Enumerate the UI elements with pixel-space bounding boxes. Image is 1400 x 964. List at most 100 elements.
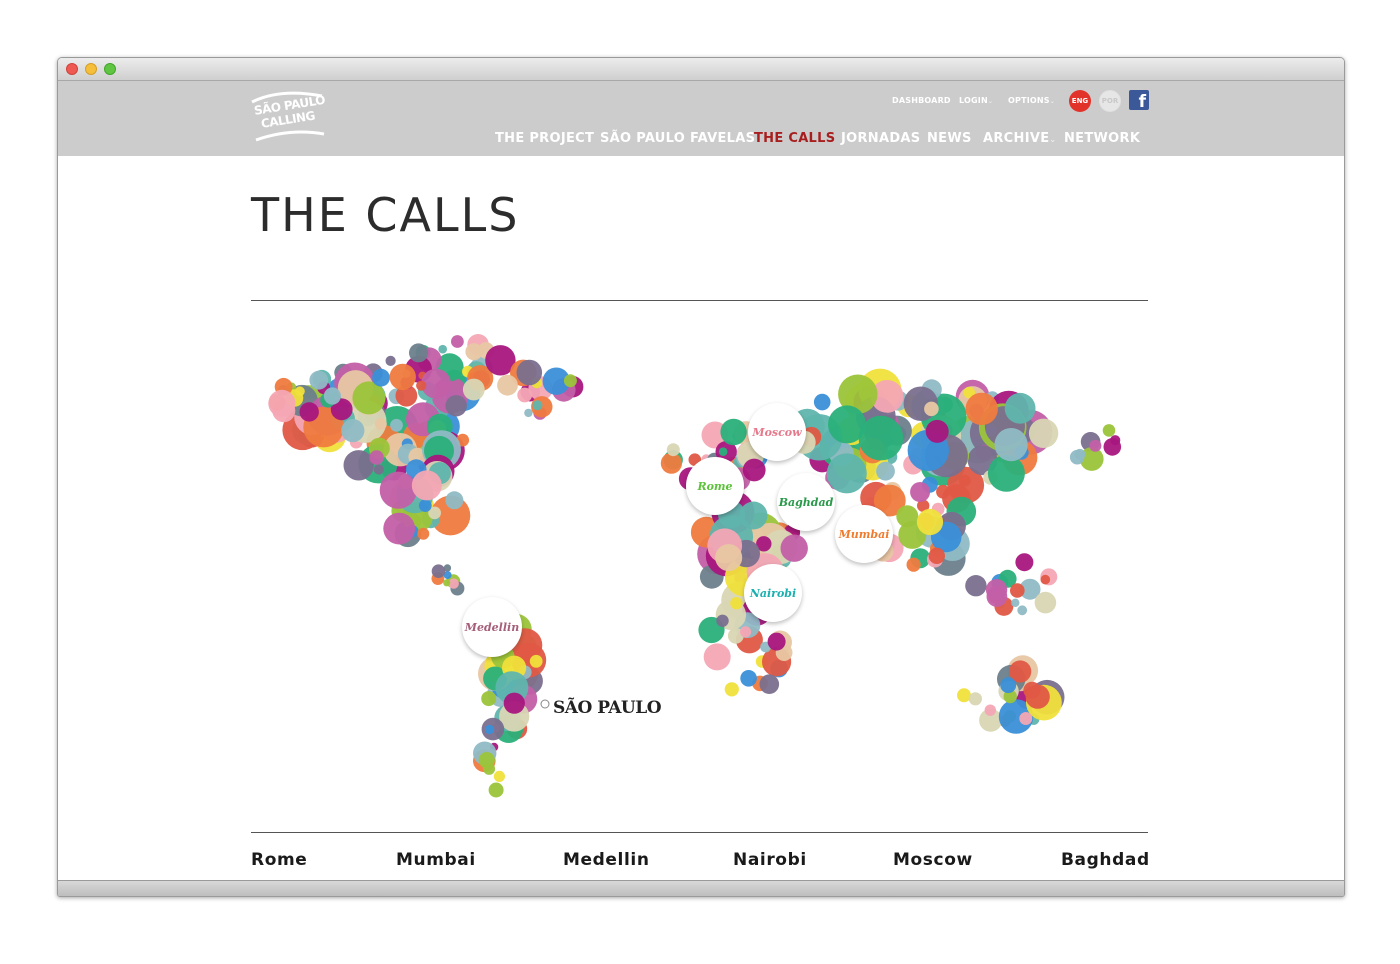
city-link-medellin[interactable]: Medellin: [563, 850, 650, 870]
map-bubble: [910, 482, 931, 502]
map-bubble: [716, 614, 729, 627]
close-window-button[interactable]: [66, 63, 78, 75]
minimize-window-button[interactable]: [85, 63, 97, 75]
map-bubble: [1017, 605, 1028, 616]
map-bubble: [740, 670, 757, 687]
map-badge-label: Baghdad: [778, 495, 834, 509]
map-bubble: [524, 408, 533, 418]
main-content: THE CALLS SÃO PAULO Moscow Rome Baghdad …: [58, 156, 1344, 880]
map-bubble: [703, 643, 731, 671]
map-badge-label: Medellin: [464, 620, 520, 634]
map-bubble: [715, 544, 743, 572]
map-bubble: [1089, 439, 1102, 452]
site-header: SÃO PAULO CALLING DASHBOARD LOGIN⌄ OPTIO…: [58, 81, 1344, 156]
map-bubble: [984, 704, 996, 716]
map-bubble: [1000, 677, 1017, 694]
map-bubble: [739, 501, 768, 530]
map-bubble: [343, 450, 374, 481]
login-label: LOGIN: [959, 96, 988, 105]
city-link-rome[interactable]: Rome: [251, 850, 307, 870]
map-bubble: [431, 564, 446, 578]
browser-window: SÃO PAULO CALLING DASHBOARD LOGIN⌄ OPTIO…: [57, 57, 1345, 897]
nav-jornadas[interactable]: JORNADAS: [841, 131, 920, 146]
map-bubble: [383, 512, 416, 545]
map-bubble: [813, 393, 831, 411]
city-link-nairobi[interactable]: Nairobi: [733, 850, 807, 870]
language-eng-button[interactable]: ENG: [1069, 90, 1091, 112]
map-bubble: [295, 386, 305, 397]
chevron-down-icon: ⌄: [987, 98, 994, 105]
map-badge-label: Nairobi: [749, 586, 797, 600]
nav-news[interactable]: NEWS: [927, 131, 972, 146]
options-menu[interactable]: OPTIONS⌄: [1008, 96, 1055, 105]
map-badge-moscow[interactable]: Moscow: [748, 403, 806, 461]
city-link-mumbai[interactable]: Mumbai: [396, 850, 476, 870]
map-bubble: [445, 395, 467, 417]
nav-the-calls[interactable]: THE CALLS: [754, 131, 835, 146]
map-bubble: [390, 418, 403, 432]
map-bubble: [1010, 583, 1025, 598]
map-bubble: [928, 547, 945, 564]
map-bubble: [532, 400, 543, 411]
nav-the-project[interactable]: THE PROJECT: [495, 131, 594, 146]
dashboard-link[interactable]: DASHBOARD: [892, 96, 951, 105]
map-bubble: [858, 415, 904, 461]
map-badge-label: Moscow: [752, 425, 802, 439]
map-bubble: [1103, 438, 1122, 456]
city-link-moscow[interactable]: Moscow: [893, 850, 973, 870]
map-badge-nairobi[interactable]: Nairobi: [744, 564, 802, 622]
map-bubble: [965, 575, 987, 597]
map-bubble: [484, 724, 495, 735]
map-bubble: [924, 401, 939, 417]
nav-network[interactable]: NETWORK: [1064, 131, 1140, 146]
city-link-baghdad[interactable]: Baghdad: [1061, 850, 1150, 870]
map-bubble: [417, 527, 430, 540]
map-bubble: [826, 453, 867, 494]
site-logo[interactable]: SÃO PAULO CALLING: [250, 90, 326, 150]
map-bubble: [1004, 392, 1036, 424]
map-bubble: [957, 688, 971, 703]
nav-sao-paulo-favelas[interactable]: SÃO PAULO FAVELAS: [600, 131, 755, 146]
map-bubble: [994, 428, 1028, 462]
map-bubble: [896, 505, 919, 528]
zoom-window-button[interactable]: [104, 63, 116, 75]
map-badge-rome[interactable]: Rome: [686, 457, 744, 515]
map-bubble: [309, 370, 329, 390]
map-bubble: [925, 419, 949, 443]
map-bubble: [372, 368, 390, 387]
map-bubble: [299, 402, 319, 422]
sao-paulo-marker-icon: [540, 699, 550, 709]
map-badge-label: Mumbai: [838, 527, 890, 541]
language-por-button[interactable]: POR: [1099, 90, 1121, 112]
facebook-icon[interactable]: f: [1129, 90, 1149, 112]
map-bubble: [720, 418, 747, 446]
map-bubble: [341, 419, 365, 443]
bottom-divider: [251, 832, 1148, 833]
login-menu[interactable]: LOGIN⌄: [959, 96, 993, 105]
map-bubble: [666, 443, 680, 457]
map-bubble: [497, 374, 518, 396]
map-bubble: [516, 359, 543, 386]
map-badge-mumbai[interactable]: Mumbai: [835, 505, 893, 563]
map-bubble: [936, 484, 950, 499]
nav-archive[interactable]: ARCHIVE⌄: [983, 131, 1056, 146]
map-bubble: [1102, 424, 1116, 437]
map-bubble: [724, 682, 739, 697]
map-badge-medellin[interactable]: Medellin: [462, 597, 522, 657]
map-bubble: [965, 392, 998, 426]
map-bubble: [488, 782, 504, 798]
map-badge-baghdad[interactable]: Baghdad: [777, 473, 835, 531]
facebook-glyph: f: [1138, 92, 1146, 112]
chevron-down-icon: ⌄: [1049, 135, 1057, 144]
map-bubble: [759, 674, 780, 694]
map-bubble: [517, 387, 533, 403]
map-bubble: [493, 770, 505, 783]
map-bubble: [445, 491, 464, 510]
map-bubble: [1025, 684, 1050, 709]
map-bubble: [374, 418, 387, 430]
map-bubble: [438, 344, 448, 354]
map-bubble: [1028, 418, 1059, 448]
map-bubble: [379, 471, 417, 509]
map-bubble: [529, 654, 543, 668]
map-bubble: [742, 458, 766, 482]
